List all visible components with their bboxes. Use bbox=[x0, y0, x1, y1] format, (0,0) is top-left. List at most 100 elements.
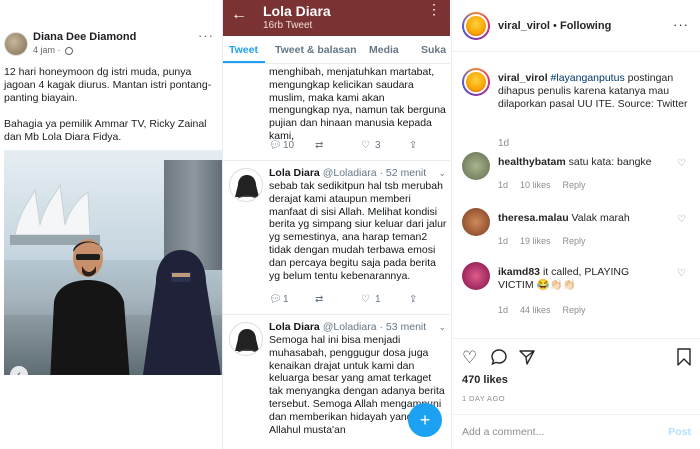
tab-media[interactable]: Media bbox=[369, 44, 399, 56]
post-photo[interactable]: ‹ bbox=[4, 150, 224, 375]
avatar-image bbox=[464, 14, 488, 38]
post-time-text: 4 jam · bbox=[33, 45, 61, 55]
reply-icon[interactable]: 💬︎ bbox=[269, 294, 282, 305]
caption-username[interactable]: viral_virol bbox=[498, 72, 548, 84]
tweet-count: 16rb Tweet bbox=[263, 20, 313, 31]
comment-icon[interactable] bbox=[490, 348, 508, 371]
author-name[interactable]: Diana Dee Diamond bbox=[33, 31, 136, 43]
twitter-header-bar: ← Lola Diara 16rb Tweet ⋮ bbox=[223, 0, 450, 36]
like-count: 3 bbox=[375, 140, 381, 151]
like-count: 1 bbox=[375, 294, 381, 305]
post-date: 1 DAY AGO bbox=[462, 394, 505, 403]
retweet-icon[interactable]: ⇄ bbox=[315, 140, 323, 151]
author-display-name[interactable]: Lola Diara bbox=[269, 321, 320, 333]
comment-likes[interactable]: 19 likes bbox=[520, 236, 551, 246]
globe-icon bbox=[65, 46, 74, 55]
post-paragraph: 12 hari honeymoon dg istri muda, punya j… bbox=[4, 66, 212, 104]
chevron-down-icon[interactable]: ⌄ bbox=[438, 168, 446, 179]
separator-dot: • bbox=[553, 20, 557, 32]
comment-time: 1d bbox=[498, 305, 509, 315]
avatar[interactable] bbox=[229, 322, 263, 356]
tab-tweet[interactable]: Tweet bbox=[229, 44, 258, 56]
comment-time: 1d bbox=[498, 180, 509, 190]
reply-link[interactable]: Reply bbox=[563, 180, 586, 190]
tab-tweet-replies[interactable]: Tweet & balasan bbox=[275, 44, 357, 56]
facebook-post-header: Diana Dee Diamond 4 jam · ··· bbox=[0, 0, 228, 62]
tweet-author: Lola Diara @Loladiara · 52 menit bbox=[269, 167, 426, 179]
author-handle-time: @Loladiara · 53 menit bbox=[322, 321, 427, 333]
comment-likes[interactable]: 10 likes bbox=[520, 180, 551, 190]
instagram-post-header: viral_virol • Following ··· bbox=[452, 0, 700, 52]
twitter-profile: ← Lola Diara 16rb Tweet ⋮ Tweet Tweet & … bbox=[222, 0, 450, 449]
add-comment-bar: Add a comment... Post bbox=[452, 414, 700, 449]
section-divider bbox=[452, 338, 700, 339]
like-icon[interactable]: ♡ bbox=[361, 140, 370, 151]
avatar[interactable] bbox=[462, 152, 490, 180]
comment-meta: 1d 44 likes Reply bbox=[498, 305, 598, 315]
chevron-down-icon[interactable]: ⌄ bbox=[438, 322, 446, 333]
heart-icon[interactable]: ♡ bbox=[677, 214, 686, 225]
likes-count[interactable]: 470 likes bbox=[462, 374, 508, 386]
avatar[interactable] bbox=[462, 262, 490, 290]
tweet-divider bbox=[223, 314, 450, 315]
share-icon[interactable] bbox=[518, 348, 536, 371]
caption-text: viral_virol #layanganputus postingan dih… bbox=[498, 72, 693, 111]
more-options-icon[interactable]: ··· bbox=[673, 17, 689, 32]
retweet-icon[interactable]: ⇄ bbox=[315, 294, 323, 305]
comment-likes[interactable]: 44 likes bbox=[520, 305, 551, 315]
reply-count: 10 bbox=[283, 140, 295, 151]
overflow-menu-icon[interactable]: ⋮ bbox=[427, 2, 441, 16]
comment-body: Valak marah bbox=[571, 212, 630, 224]
tab-likes[interactable]: Suka bbox=[421, 44, 446, 56]
username[interactable]: viral_virol bbox=[498, 20, 550, 32]
avatar[interactable] bbox=[4, 32, 28, 56]
comment-meta: 1d 19 likes Reply bbox=[498, 236, 598, 246]
bookmark-shape-icon bbox=[677, 348, 691, 366]
caption-time: 1d bbox=[498, 138, 510, 149]
comment-body: satu kata: bangke bbox=[568, 156, 652, 168]
avatar[interactable] bbox=[462, 208, 490, 236]
reply-icon[interactable]: 💬︎ bbox=[269, 140, 282, 151]
compose-tweet-button[interactable]: + bbox=[408, 403, 442, 437]
share-icon[interactable]: ⇪ bbox=[409, 140, 417, 151]
heart-icon[interactable]: ♡ bbox=[462, 348, 477, 368]
comment-username[interactable]: healthybatam bbox=[498, 156, 566, 168]
author-handle-time: @Loladiara · 52 menit bbox=[322, 167, 427, 179]
avatar[interactable] bbox=[462, 68, 490, 96]
comment-time: 1d bbox=[498, 236, 509, 246]
tweet-divider bbox=[223, 160, 450, 161]
avatar-image bbox=[464, 70, 488, 94]
screenshot-collage: Diana Dee Diamond 4 jam · ··· 12 hari ho… bbox=[0, 0, 700, 449]
hashtag-link[interactable]: #layanganputus bbox=[551, 72, 625, 84]
author-display-name[interactable]: Lola Diara bbox=[269, 167, 320, 179]
reply-link[interactable]: Reply bbox=[563, 236, 586, 246]
post-time: 4 jam · bbox=[33, 45, 74, 55]
like-icon[interactable]: ♡ bbox=[361, 294, 370, 305]
more-options-icon[interactable]: ··· bbox=[198, 28, 214, 43]
profile-tabs: Tweet Tweet & balasan Media Suka bbox=[223, 36, 450, 64]
header-user: viral_virol • Following bbox=[498, 20, 611, 32]
post-comment-button[interactable]: Post bbox=[668, 426, 691, 438]
tweet-actions: 💬︎ 10 ⇄ ♡ 3 ⇪ bbox=[269, 140, 447, 154]
post-paragraph: Bahagia ya pemilik Ammar TV, Ricky Zaina… bbox=[4, 118, 207, 143]
following-button[interactable]: Following bbox=[560, 20, 611, 32]
avatar[interactable] bbox=[229, 168, 263, 202]
add-comment-input[interactable]: Add a comment... bbox=[462, 426, 544, 438]
active-tab-indicator bbox=[223, 61, 265, 63]
reply-link[interactable]: Reply bbox=[563, 305, 586, 315]
share-icon[interactable]: ⇪ bbox=[409, 294, 417, 305]
reply-count: 1 bbox=[283, 294, 289, 305]
heart-icon[interactable]: ♡ bbox=[677, 268, 686, 279]
comment-username[interactable]: theresa.malau bbox=[498, 212, 569, 224]
bookmark-icon[interactable] bbox=[676, 348, 692, 371]
avatar[interactable] bbox=[462, 12, 490, 40]
tweet-author: Lola Diara @Loladiara · 53 menit bbox=[269, 321, 426, 333]
comment-text: ikamd83 it called, PLAYING VICTIM 😂👏🏻👏🏻 bbox=[498, 266, 666, 292]
post-action-icons: ♡ bbox=[462, 348, 692, 370]
heart-icon[interactable]: ♡ bbox=[677, 158, 686, 169]
comment-username[interactable]: ikamd83 bbox=[498, 266, 540, 278]
back-arrow-icon[interactable]: ← bbox=[231, 6, 247, 24]
comment-meta: 1d 10 likes Reply bbox=[498, 180, 598, 190]
profile-name: Lola Diara bbox=[263, 3, 331, 19]
tweet-text: sebab tak sedikitpun hal tsb merubah der… bbox=[269, 180, 447, 282]
